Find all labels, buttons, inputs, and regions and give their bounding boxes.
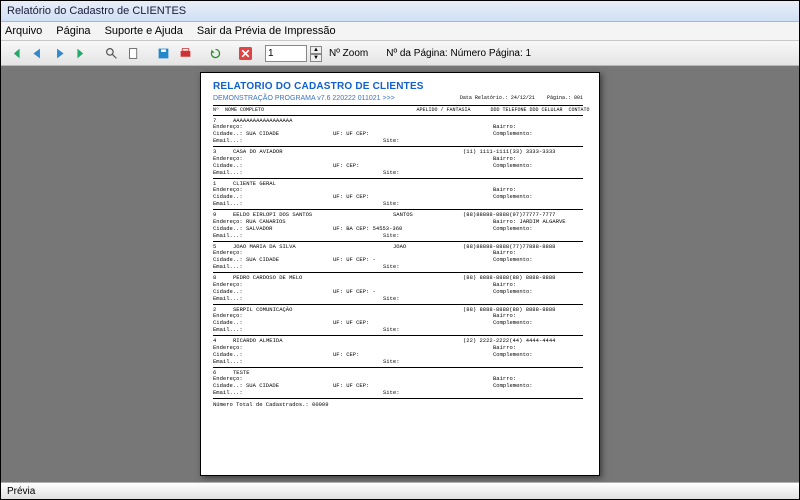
- zoom-label: Nº Zoom: [329, 48, 368, 59]
- page-icon[interactable]: [123, 43, 143, 63]
- nav-next-button[interactable]: [49, 43, 69, 63]
- menu-sair[interactable]: Sair da Prévia de Impressão: [197, 25, 336, 37]
- app-window: Relatório do Cadastro de CLIENTES Arquiv…: [0, 0, 800, 500]
- menubar: Arquivo Página Suporte e Ajuda Sair da P…: [1, 22, 799, 41]
- records-container: 7AAAAAAAAAAAAAAAAAAEndereço: Bairro: Cid…: [213, 118, 583, 400]
- zoom-input[interactable]: [265, 45, 307, 62]
- report-subtitle: DEMONSTRAÇÃO PROGRAMA v7.6 220222 011021…: [213, 95, 583, 104]
- record-row: 4RICARDO ALMEIDA(22) 2222-2222(44) 4444-…: [213, 338, 583, 368]
- zoom-spinner[interactable]: ▲▼: [310, 46, 322, 61]
- record-row: 8PEDRO CARDOSO DE MELO(88) 8888-8888(88)…: [213, 275, 583, 305]
- record-row: 2SERPIL COMUNICAÇÃO(88) 8888-8888(88) 88…: [213, 307, 583, 337]
- report-title: RELATORIO DO CADASTRO DE CLIENTES: [213, 81, 583, 94]
- record-row: 9EELDO EIRLOPI DOS SANTOSSANTOS(88)88888…: [213, 212, 583, 242]
- report-page: RELATORIO DO CADASTRO DE CLIENTES DEMONS…: [200, 72, 600, 476]
- window-title: Relatório do Cadastro de CLIENTES: [7, 5, 186, 17]
- column-header: Nº NOME COMPLETO APELIDO / FANTASIA DDD …: [213, 107, 583, 113]
- record-row: 5JOAO MARIA DA SILVAJOAO(88)88888-8888(7…: [213, 244, 583, 274]
- total-row: Número Total de Cadastrados.: 00009: [213, 402, 583, 409]
- toolbar: ▲▼ Nº Zoom Nº da Página: Número Página: …: [1, 41, 799, 66]
- nav-prev-button[interactable]: [27, 43, 47, 63]
- menu-pagina[interactable]: Página: [56, 25, 90, 37]
- titlebar: Relatório do Cadastro de CLIENTES: [1, 1, 799, 22]
- record-row: 6TESTEEndereço: Bairro: Cidade..: SUA CI…: [213, 370, 583, 400]
- statusbar: Prévia: [1, 482, 799, 499]
- zoom-control: ▲▼ Nº Zoom: [265, 45, 368, 62]
- page-info: Nº da Página: Número Página: 1: [386, 48, 531, 59]
- record-row: 7AAAAAAAAAAAAAAAAAAEndereço: Bairro: Cid…: [213, 118, 583, 148]
- nav-last-button[interactable]: [71, 43, 91, 63]
- nav-first-button[interactable]: [5, 43, 25, 63]
- record-row: 3CASA DO AVIADOR(11) 1111-1111(33) 3333-…: [213, 149, 583, 179]
- menu-suporte[interactable]: Suporte e Ajuda: [105, 25, 183, 37]
- status-text: Prévia: [7, 486, 35, 497]
- preview-stage[interactable]: RELATORIO DO CADASTRO DE CLIENTES DEMONS…: [1, 66, 799, 482]
- refresh-icon[interactable]: [205, 43, 225, 63]
- menu-arquivo[interactable]: Arquivo: [5, 25, 42, 37]
- save-icon[interactable]: [153, 43, 173, 63]
- record-row: 1CLIENTE GERALEndereço: Bairro: Cidade..…: [213, 181, 583, 211]
- close-icon[interactable]: [235, 43, 255, 63]
- print-icon[interactable]: [175, 43, 195, 63]
- zoom-icon[interactable]: [101, 43, 121, 63]
